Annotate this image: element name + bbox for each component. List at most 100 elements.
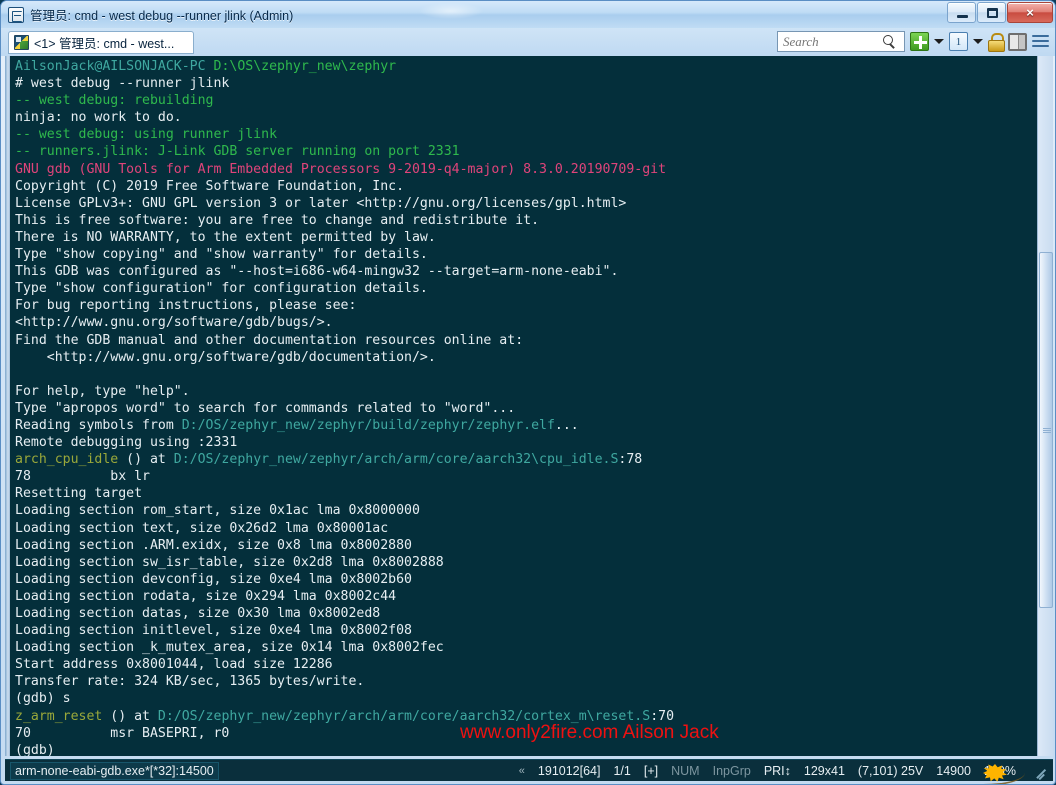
terminal-text: AilsonJack@AILSONJACK-PC D:\OS\zephyr_ne… [15, 58, 1035, 756]
terminal-span: Loading section datas, size 0x30 lma 0x8… [15, 606, 381, 621]
terminal-span: This GDB was configured as "--host=i686-… [15, 264, 619, 280]
terminal-span: (gdb) s [15, 691, 71, 707]
toolbar: 1 [777, 31, 1049, 52]
terminal-span: () at [102, 708, 158, 724]
tab-index-icon[interactable]: 1 [949, 32, 968, 51]
terminal-line: For help, type "help". [15, 383, 1035, 400]
terminal-span: Loading section rodata, size 0x294 lma 0… [15, 588, 397, 604]
terminal-line: Loading section _k_mutex_area, size 0x14… [15, 639, 1035, 656]
terminal-line: This is free software: you are free to c… [15, 212, 1035, 229]
terminal-span: Type "apropos word" to search for comman… [15, 400, 516, 416]
status-right-group: « 191012[64] 1/1 [+] NUM InpGrp PRI↕ 129x41 (7,1… [519, 763, 1049, 779]
terminal-line: <http://www.gnu.org/software/gdb/documen… [15, 349, 1035, 366]
terminal-span: ... [554, 417, 579, 433]
scrollbar-thumb[interactable] [1039, 252, 1053, 608]
terminal-span: -- runners.jlink: J-Link GDB server runn… [15, 144, 460, 160]
terminal-span: GNU gdb (GNU Tools for Arm Embedded Proc… [15, 161, 667, 177]
menu-icon[interactable] [1032, 34, 1049, 49]
terminal-line: Type "show copying" and "show warranty" … [15, 246, 1035, 263]
terminal-line: AilsonJack@AILSONJACK-PC D:\OS\zephyr_ne… [15, 58, 1035, 75]
split-panes-icon[interactable] [1008, 32, 1027, 51]
new-tab-dropdown-caret-icon[interactable] [934, 39, 944, 44]
terminal-span: Loading section text, size 0x26d2 lma 0x… [15, 520, 389, 536]
terminal-span: ninja: no work to do. [15, 110, 182, 126]
status-item: (7,101) 25V [857, 763, 924, 778]
terminal-scrollbar[interactable] [1037, 56, 1053, 756]
terminal-span: 70 msr BASEPRI, r0 [15, 725, 230, 741]
terminal-span: AilsonJack@AILSONJACK-PC [15, 59, 214, 74]
terminal-line: For bug reporting instructions, please s… [15, 297, 1035, 314]
terminal-line: # west debug --runner jlink [15, 75, 1035, 92]
window-buttons: × [947, 2, 1053, 23]
status-bar: arm-none-eabi-gdb.exe*[*32]:14500 « 19101… [5, 759, 1053, 781]
terminal-span: :78 [618, 452, 643, 468]
terminal-line: Type "apropos word" to search for comman… [15, 400, 1035, 417]
terminal-span: D:/OS/zephyr_new/zephyr/arch/arm/core/aa… [173, 452, 619, 468]
terminal-span: -- west debug: using runner jlink [15, 127, 278, 143]
console-window: 管理员: cmd - west debug --runner jlink (Ad… [0, 0, 1056, 785]
terminal-span: z_arm_reset [15, 708, 103, 724]
lock-icon[interactable] [988, 33, 1005, 52]
terminal-span: This is free software: you are free to c… [15, 212, 540, 228]
terminal-line: -- runners.jlink: J-Link GDB server runn… [15, 143, 1035, 160]
terminal-output-area[interactable]: AilsonJack@AILSONJACK-PC D:\OS\zephyr_ne… [5, 56, 1053, 756]
terminal-line: Loading section datas, size 0x30 lma 0x8… [15, 605, 1035, 622]
tab-label: <1> 管理员: cmd - west... [34, 36, 175, 51]
terminal-span: <http://www.gnu.org/software/gdb/bugs/>. [15, 315, 333, 331]
terminal-span: Transfer rate: 324 KB/sec, 1365 bytes/wr… [15, 674, 365, 690]
terminal-line: GNU gdb (GNU Tools for Arm Embedded Proc… [15, 161, 1035, 178]
restore-button[interactable] [977, 2, 1006, 23]
terminal-line: Remote debugging using :2331 [15, 434, 1035, 451]
status-item: NUM [671, 763, 700, 778]
terminal-line: (gdb) [15, 742, 1035, 756]
terminal-line: This GDB was configured as "--host=i686-… [15, 263, 1035, 280]
restore-icon [987, 8, 998, 18]
terminal-span: Remote debugging using :2331 [15, 435, 238, 451]
terminal-span: Loading section .ARM.exidx, size 0x8 lma… [15, 537, 412, 553]
terminal-line: <http://www.gnu.org/software/gdb/bugs/>. [15, 314, 1035, 331]
terminal-line: Resetting target [15, 485, 1035, 502]
close-button[interactable]: × [1007, 2, 1053, 23]
new-tab-icon[interactable] [910, 32, 929, 51]
search-input[interactable] [783, 33, 883, 50]
terminal-span: :70 [650, 708, 675, 724]
title-bar[interactable]: 管理员: cmd - west debug --runner jlink (Ad… [1, 1, 1055, 28]
resize-grip[interactable] [1033, 763, 1049, 779]
terminal-line: Loading section initlevel, size 0xe4 lma… [15, 622, 1035, 639]
tab-dropdown-caret-icon[interactable] [973, 39, 983, 44]
terminal-span: Loading section rom_start, size 0x1ac lm… [15, 503, 420, 519]
terminal-line: Reading symbols from D:/OS/zephyr_new/ze… [15, 417, 1035, 434]
terminal-line: 70 msr BASEPRI, r0 [15, 725, 1035, 742]
minimize-icon [957, 15, 968, 18]
terminal-span: Type "show copying" and "show warranty" … [15, 247, 428, 263]
minimize-button[interactable] [947, 2, 976, 23]
search-icon[interactable] [883, 35, 896, 48]
terminal-left-edge [5, 56, 10, 756]
terminal-span: Loading section _k_mutex_area, size 0x14… [15, 640, 444, 656]
status-item: 14900 [936, 763, 972, 778]
tab-console-1[interactable]: <1> 管理员: cmd - west... [8, 30, 194, 54]
terminal-span: arch_cpu_idle [15, 452, 119, 468]
terminal-span: Loading section sw_isr_table, size 0x2d8… [15, 554, 444, 570]
terminal-span: -- west debug: rebuilding [15, 93, 214, 109]
titlebar-highlight [419, 3, 483, 19]
terminal-line: License GPLv3+: GNU GPL version 3 or lat… [15, 195, 1035, 212]
console-tab-icon [14, 34, 29, 50]
terminal-line: 78 bx lr [15, 468, 1035, 485]
terminal-span: Loading section initlevel, size 0xe4 lma… [15, 623, 412, 639]
status-item: [+] [643, 763, 659, 778]
terminal-line: Loading section sw_isr_table, size 0x2d8… [15, 554, 1035, 571]
terminal-span: For help, type "help". [15, 383, 190, 399]
status-item: 191012[64] [537, 763, 601, 778]
terminal-span: (gdb) [15, 742, 55, 756]
search-box[interactable] [777, 31, 905, 52]
terminal-span: D:/OS/zephyr_new/zephyr/build/zephyr/zep… [181, 417, 555, 433]
terminal-line: z_arm_reset () at D:/OS/zephyr_new/zephy… [15, 708, 1035, 725]
terminal-line: Transfer rate: 324 KB/sec, 1365 bytes/wr… [15, 673, 1035, 690]
terminal-line: Find the GDB manual and other documentat… [15, 332, 1035, 349]
terminal-line: Start address 0x8001044, load size 12286 [15, 656, 1035, 673]
window-title: 管理员: cmd - west debug --runner jlink (Ad… [30, 9, 294, 23]
terminal-line: There is NO WARRANTY, to the extent perm… [15, 229, 1035, 246]
terminal-span: Find the GDB manual and other documentat… [15, 332, 524, 348]
terminal-span: Reading symbols from [15, 417, 182, 433]
